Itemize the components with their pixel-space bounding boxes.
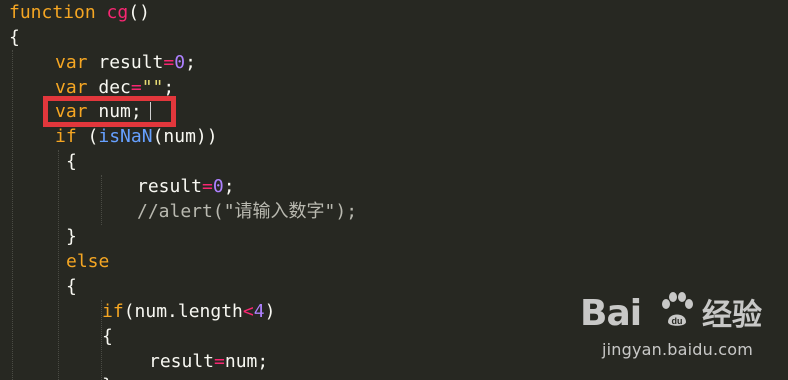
code-line: { <box>102 324 113 349</box>
code-token: ; <box>185 52 196 73</box>
code-token: } <box>102 375 113 380</box>
code-token: dec <box>87 77 131 98</box>
code-token: (num)) <box>152 126 218 147</box>
code-token: result <box>149 351 215 372</box>
paw-icon: du <box>662 292 693 326</box>
code-token: { <box>9 27 20 48</box>
code-token: cg <box>106 2 129 23</box>
code-token: = <box>202 176 213 197</box>
code-token: function <box>9 2 96 23</box>
code-token: ; <box>223 176 235 197</box>
code-token: result <box>137 176 203 197</box>
code-token: else <box>66 251 110 272</box>
code-line: //alert("请输入数字"); <box>137 199 357 224</box>
code-token: 0 <box>212 176 224 197</box>
watermark-url: jingyan.baidu.com <box>602 340 754 359</box>
code-token: isNaN <box>98 126 153 147</box>
code-token: num; <box>224 351 269 372</box>
code-token: = <box>130 77 142 98</box>
indent-guide <box>101 175 102 225</box>
code-line: { <box>66 149 77 174</box>
code-token: (num.length <box>123 301 243 322</box>
code-line: result=num; <box>149 349 268 374</box>
code-token: ( <box>76 126 99 147</box>
code-token: ; <box>163 77 175 98</box>
code-token: = <box>214 351 225 372</box>
code-line: } <box>66 224 77 249</box>
code-token: 4 <box>253 301 265 322</box>
code-token: } <box>66 226 77 247</box>
code-line: if (isNaN(num)) <box>55 124 218 149</box>
code-editor[interactable]: function cg() { var result=0; var dec=""… <box>0 0 788 380</box>
code-line: { <box>66 274 77 299</box>
code-token: = <box>163 52 175 73</box>
code-token: var <box>55 52 88 73</box>
code-token: () <box>128 2 150 23</box>
code-token: var <box>55 77 88 98</box>
code-line: } <box>102 373 113 380</box>
jingyan-cn-text: 经验 <box>702 298 762 333</box>
code-token: if <box>102 301 124 322</box>
code-token: //alert("请输入数字"); <box>137 201 358 222</box>
code-token: if <box>55 126 77 147</box>
code-line: function cg() <box>9 0 150 25</box>
code-token: "" <box>141 77 164 98</box>
code-line: var result=0; <box>55 50 196 75</box>
highlight-annotation-box <box>43 96 176 127</box>
code-token: 0 <box>174 52 186 73</box>
code-token: { <box>66 151 77 172</box>
code-line: else <box>66 249 109 274</box>
paw-du-text: du <box>672 316 683 326</box>
baidu-jingyan-watermark: Bai du 经验 jingyan.baidu.com <box>578 286 778 366</box>
baidu-logo-text: Bai <box>580 293 642 334</box>
code-token: { <box>102 326 113 347</box>
code-line: if(num.length<4) <box>102 299 275 324</box>
indent-guide <box>12 50 13 380</box>
code-line: { <box>9 25 20 50</box>
indent-guide <box>58 150 59 380</box>
code-line: result=0; <box>137 174 235 199</box>
code-token: ) <box>264 301 276 322</box>
code-token: < <box>242 301 254 322</box>
code-token: result <box>87 52 164 73</box>
code-token: { <box>66 276 77 297</box>
